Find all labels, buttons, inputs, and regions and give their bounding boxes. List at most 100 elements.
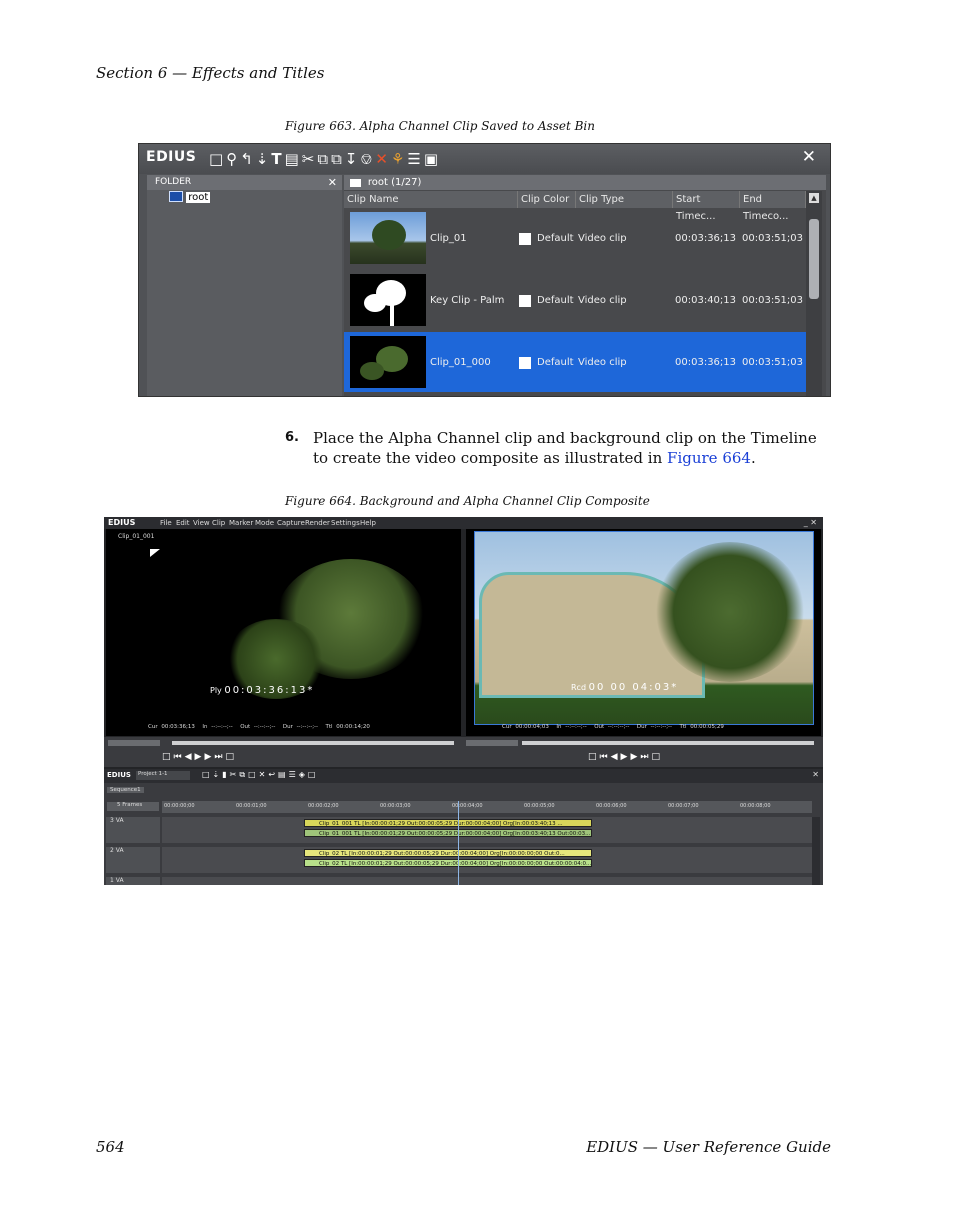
clip-row[interactable]: Key Clip - Palm Default Video clip 00:03… xyxy=(344,270,806,330)
scroll-up-icon[interactable]: ▲ xyxy=(809,193,819,203)
column-clip-type[interactable]: Clip Type xyxy=(576,191,673,208)
folder-icon[interactable]: □ xyxy=(209,150,226,168)
copy-icon[interactable]: ⧉ xyxy=(317,150,331,168)
clip-end-timecode: 00:03:51;03 xyxy=(742,357,804,368)
folder-panel-close-icon[interactable]: ✕ xyxy=(328,175,337,190)
vertical-scrollbar[interactable]: ▲ xyxy=(806,191,822,396)
player-position-slider[interactable] xyxy=(172,741,454,745)
folder-tree-root[interactable]: root xyxy=(169,191,211,203)
menu-file[interactable]: File xyxy=(160,519,172,527)
timeline-clip[interactable]: Clip_02 TL [In:00:00:01;29 Out:00:00:05;… xyxy=(304,859,592,867)
up-folder-icon[interactable]: ↰ xyxy=(240,150,256,168)
clips-panel-title: root (1/27) xyxy=(367,177,422,188)
recorder-timecode: 00 00 04:03* xyxy=(588,682,679,693)
delete-icon[interactable]: ✕ xyxy=(375,150,391,168)
title-icon[interactable]: T xyxy=(271,150,284,168)
timeline-clip[interactable]: Clip_02 TL [In:00:00:01;29 Out:00:00:05;… xyxy=(304,849,592,857)
column-clip-color[interactable]: Clip Color xyxy=(518,191,576,208)
figure-663-caption: Figure 663. Alpha Channel Clip Saved to … xyxy=(285,119,595,133)
edius-logo: EDIUS xyxy=(146,149,197,165)
timeline-ruler[interactable]: 00:00:00;00 00:00:01;00 00:00:02;00 00:0… xyxy=(162,801,812,813)
view-icon[interactable]: ☰ xyxy=(407,150,423,168)
player-out: Out --:--:--;-- xyxy=(240,724,276,730)
menu-view[interactable]: View xyxy=(193,519,210,527)
column-end-timecode[interactable]: End Timeco... xyxy=(740,191,806,222)
timeline-toolbar: EDIUS Project 1-1 □⇣▮✂⧉□✕↩▤☰◈□ ✕ xyxy=(104,769,823,783)
player-buttons[interactable]: □⏮◀▶▶⏭□ xyxy=(162,752,237,762)
transport-controls: □⏮◀▶▶⏭□ □⏮◀▶▶⏭□ xyxy=(104,737,823,767)
track-1va xyxy=(162,877,812,885)
menu-help[interactable]: Help xyxy=(360,519,376,527)
folder-panel-title: FOLDER xyxy=(155,177,192,187)
paste-icon[interactable]: ⧉ xyxy=(331,150,345,168)
menu-mode[interactable]: Mode xyxy=(255,519,274,527)
ruler-tick: 00:00:03;00 xyxy=(380,803,411,809)
timeline-cursor[interactable] xyxy=(458,801,459,885)
color-bars-icon[interactable]: ▤ xyxy=(285,150,302,168)
track-label: 2 VA xyxy=(110,847,124,854)
timeline-scrollbar[interactable] xyxy=(812,817,820,885)
clip-thumbnail xyxy=(350,212,426,264)
open-folder-icon[interactable]: ⇣ xyxy=(256,150,272,168)
clip-color: Default xyxy=(537,295,574,306)
column-start-timecode[interactable]: Start Timec... xyxy=(673,191,740,222)
track-header-3va[interactable]: 3 VA xyxy=(106,817,160,843)
play-indicator-icon xyxy=(150,549,160,557)
cut-icon[interactable]: ✂ xyxy=(302,150,318,168)
root-folder-label: root xyxy=(186,191,211,203)
step-text-end: . xyxy=(750,449,756,467)
menu-clip[interactable]: Clip xyxy=(212,519,225,527)
add-to-timeline-icon[interactable]: ↧ xyxy=(345,150,361,168)
ruler-tick: 00:00:07;00 xyxy=(668,803,699,809)
clip-end-timecode: 00:03:51;03 xyxy=(742,233,804,244)
properties-icon[interactable]: ⚘ xyxy=(391,150,407,168)
project-name[interactable]: Project 1-1 xyxy=(136,771,190,780)
track-header-1va[interactable]: 1 VA xyxy=(106,877,160,885)
sequence-tab[interactable]: Sequence1 xyxy=(107,787,144,793)
scroll-thumb[interactable] xyxy=(809,219,819,299)
footer-title: EDIUS — User Reference Guide xyxy=(586,1138,831,1156)
ruler-tick: 00:00:05;00 xyxy=(524,803,555,809)
recorder-timecode-bar: Cur 00:00:04;03 In --:--:--;-- Out --:--… xyxy=(502,724,724,730)
close-icon[interactable]: ✕ xyxy=(802,147,816,167)
figure-664-link[interactable]: Figure 664 xyxy=(667,449,751,467)
column-clip-name[interactable]: Clip Name xyxy=(344,191,518,208)
clip-row[interactable]: Clip_01 Default Video clip 00:03:36;13 0… xyxy=(344,208,806,268)
recorder-shuttle[interactable] xyxy=(466,740,518,746)
menu-marker[interactable]: Marker xyxy=(229,519,253,527)
folder-panel-header: FOLDER ✕ xyxy=(147,175,342,190)
clip-color-swatch xyxy=(519,295,531,307)
recorder-position-slider[interactable] xyxy=(522,741,814,745)
timeline-close-icon[interactable]: ✕ xyxy=(812,770,819,779)
menu-settings[interactable]: Settings xyxy=(331,519,360,527)
clip-thumbnail xyxy=(350,274,426,326)
timeline-clip[interactable]: Clip_01_001 TL [In:00:00:01;29 Out:00:00… xyxy=(304,829,592,837)
timeline-logo: EDIUS xyxy=(107,771,131,779)
player-shuttle[interactable] xyxy=(108,740,160,746)
folder-icon xyxy=(350,178,361,187)
recorder-buttons[interactable]: □⏮◀▶▶⏭□ xyxy=(588,752,663,762)
search-icon[interactable]: ⚲ xyxy=(226,150,240,168)
player-monitor: Clip_01_001 Ply 00:03:36:13* Cur 00:03:3… xyxy=(106,529,461,736)
clip-color: Default xyxy=(537,233,574,244)
briefcase-icon[interactable]: ▣ xyxy=(424,150,441,168)
scale-selector[interactable]: 5 Frames xyxy=(107,802,159,811)
palm-fronds xyxy=(655,542,805,682)
insert-icon[interactable]: ⎊ xyxy=(360,150,375,168)
menu-render[interactable]: Render xyxy=(305,519,330,527)
timeline-clip[interactable]: Clip_01_001 TL [In:00:00:01;29 Out:00:00… xyxy=(304,819,592,827)
recorder-ttl: Ttl 00:00:05;29 xyxy=(679,724,724,730)
asset-bin-screenshot: EDIUS □⚲↰⇣T▤✂⧉⧉↧⎊✕⚘☰▣ ✕ FOLDER ✕ root ro… xyxy=(138,143,831,397)
clip-row-selected[interactable]: Clip_01_000 Default Video clip 00:03:36;… xyxy=(344,332,806,392)
ruler-tick: 00:00:02;00 xyxy=(308,803,339,809)
player-clip-label: Clip_01_001 xyxy=(118,533,155,540)
clip-color-swatch xyxy=(519,357,531,369)
timeline-toolbar-icons[interactable]: □⇣▮✂⧉□✕↩▤☰◈□ xyxy=(202,770,319,780)
menu-capture[interactable]: Capture xyxy=(277,519,305,527)
clip-type: Video clip xyxy=(578,357,627,368)
clip-start-timecode: 00:03:40;13 xyxy=(675,295,737,306)
menu-edit[interactable]: Edit xyxy=(176,519,190,527)
window-controls[interactable]: _ ✕ xyxy=(804,518,817,527)
player-timecode: 00:03:36:13* xyxy=(224,685,315,696)
track-header-2va[interactable]: 2 VA xyxy=(106,847,160,873)
